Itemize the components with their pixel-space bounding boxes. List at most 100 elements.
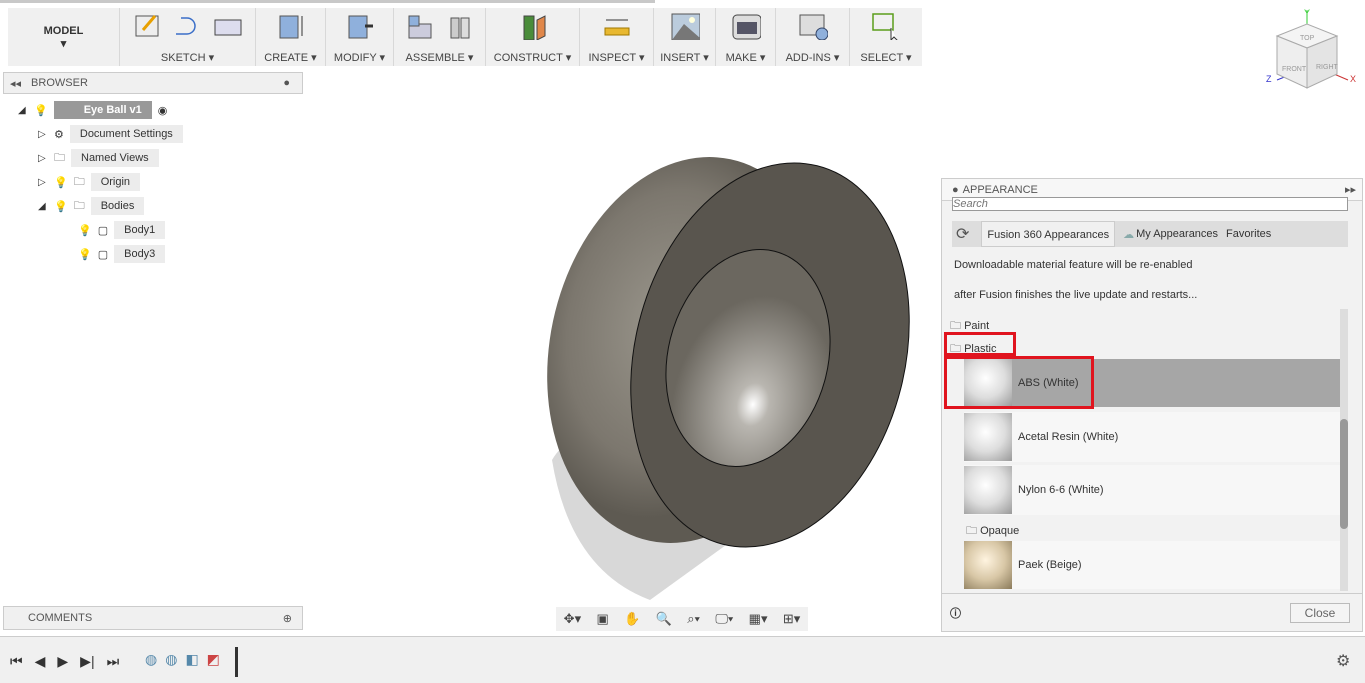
browser-item-origin[interactable]: ▷ 💡 🗀 Origin	[38, 172, 141, 192]
browser-item-named-views[interactable]: ▷ 🗀 Named Views	[38, 148, 159, 168]
minimize-icon[interactable]: ●	[283, 77, 290, 89]
collapse-icon[interactable]: ◂◂	[10, 77, 21, 90]
viewcube-right[interactable]: RIGHT	[1316, 64, 1338, 71]
joint-icon[interactable]	[445, 12, 475, 40]
viewcube-top[interactable]: TOP	[1300, 35, 1314, 42]
timeline-bar: ⏮ ◀ ▶ ▶| ⏭ ◍ ◍ ◧ ◩ ⚙	[0, 636, 1365, 683]
item-label: Body3	[114, 245, 166, 263]
browser-item-bodies[interactable]: ◢ 💡 🗀 Bodies	[38, 196, 145, 216]
collapsed-icon[interactable]: ▷	[38, 177, 48, 188]
inspect-label: INSPECT ▾	[588, 52, 645, 64]
modify-group[interactable]: MODIFY ▾	[326, 8, 394, 66]
new-component-icon[interactable]	[405, 12, 435, 40]
highlight-abs	[944, 356, 1094, 409]
tab-favorites[interactable]: Favorites	[1226, 228, 1271, 240]
fit-icon[interactable]: ⌕▾	[687, 611, 700, 627]
browser-item-body1[interactable]: 💡 ▢ Body1	[78, 220, 166, 240]
sketch-label: SKETCH ▾	[160, 52, 215, 64]
lightbulb-icon[interactable]: 💡	[34, 104, 48, 117]
viewcube-front[interactable]: FRONT	[1282, 66, 1306, 73]
view-cube[interactable]: TOP FRONT RIGHT Y X Z	[1262, 8, 1362, 98]
zoom-icon[interactable]: 🔍	[656, 611, 672, 627]
3d-print-icon[interactable]	[731, 12, 761, 40]
collapsed-icon[interactable]: ▷	[38, 153, 48, 164]
info-icon[interactable]: ⓘ	[950, 605, 961, 621]
pan-icon[interactable]: ✋	[624, 611, 640, 627]
create-group[interactable]: CREATE ▾	[256, 8, 326, 66]
gear-icon[interactable]: ⚙	[1336, 651, 1350, 671]
add-comment-icon[interactable]: ⊕	[283, 612, 292, 625]
appearance-panel: ●APPEARANCE ▸▸ ⟳ Fusion 360 Appearances ☁…	[941, 178, 1363, 632]
browser-item-body3[interactable]: 💡 ▢ Body3	[78, 244, 166, 264]
modify-label: MODIFY ▾	[333, 52, 386, 64]
grid-icon[interactable]: ▦▾	[749, 611, 768, 627]
last-frame-icon[interactable]: ⏭	[107, 653, 120, 670]
play-icon[interactable]: ▶	[57, 653, 68, 670]
tab-my-appearances[interactable]: My Appearances	[1136, 228, 1218, 240]
collapsed-icon[interactable]: ▷	[38, 129, 48, 140]
sphere-feature-icon[interactable]: ◍	[165, 651, 177, 668]
sketch-group[interactable]: SKETCH ▾	[120, 8, 256, 66]
refresh-icon[interactable]: ⟳	[952, 224, 973, 244]
eyeball-model[interactable]	[540, 150, 940, 610]
scrollbar[interactable]	[1340, 309, 1348, 591]
comments-panel[interactable]: COMMENTS ⊕	[3, 606, 303, 630]
lightbulb-icon[interactable]: 💡	[54, 200, 68, 213]
display-settings-icon[interactable]: 🖵▾	[715, 611, 733, 627]
folder-opaque[interactable]: 🗀 Opaque	[966, 522, 1019, 541]
expanded-icon[interactable]: ◢	[38, 201, 48, 212]
gear-icon: ⚙	[54, 128, 64, 141]
rectangle-icon[interactable]	[213, 12, 243, 40]
extrude-feature-icon[interactable]: ◧	[185, 651, 198, 668]
browser-header[interactable]: ◂◂ BROWSER ●	[3, 72, 303, 94]
activate-icon[interactable]: ◉	[158, 104, 168, 117]
assemble-group[interactable]: ASSEMBLE ▾	[394, 8, 486, 66]
first-frame-icon[interactable]: ⏮	[10, 653, 23, 670]
axis-x: X	[1350, 74, 1357, 84]
item-label: Document Settings	[69, 125, 183, 143]
add-ins-group[interactable]: ADD-INS ▾	[776, 8, 850, 66]
timeline-marker[interactable]	[235, 647, 238, 677]
material-paek-beige[interactable]: Paek (Beige)	[964, 541, 1340, 589]
expanded-icon[interactable]: ◢	[18, 105, 28, 116]
browser-root[interactable]: ◢ 💡 Eye Ball v1 ◉	[18, 100, 167, 120]
material-acetal-resin[interactable]: Acetal Resin (White)	[964, 412, 1340, 462]
viewports-icon[interactable]: ⊞▾	[783, 611, 800, 627]
close-button[interactable]: Close	[1290, 603, 1350, 623]
orbit-icon[interactable]: ✥▾	[564, 611, 581, 627]
measure-icon[interactable]	[602, 12, 632, 40]
workspace-switcher[interactable]: MODEL ▾	[8, 8, 120, 66]
expand-icon[interactable]: ▸▸	[1345, 183, 1356, 196]
extrude-icon[interactable]	[276, 12, 306, 40]
sphere-feature-icon[interactable]: ◍	[145, 651, 157, 668]
lightbulb-icon[interactable]: 💡	[54, 176, 68, 189]
construct-group[interactable]: CONSTRUCT ▾	[486, 8, 580, 66]
navigation-bar: ✥▾ ▣ ✋ 🔍 ⌕▾ 🖵▾ ▦▾ ⊞▾	[556, 607, 808, 631]
select-group[interactable]: SELECT ▾	[850, 8, 922, 66]
title-bar-edge	[0, 0, 655, 3]
previous-icon[interactable]: ◀	[35, 653, 46, 670]
next-icon[interactable]: ▶|	[80, 653, 94, 670]
line-icon[interactable]	[173, 12, 203, 40]
search-input[interactable]	[952, 197, 1348, 211]
lightbulb-icon[interactable]: 💡	[78, 248, 92, 261]
appearance-title: APPEARANCE	[962, 183, 1038, 196]
press-pull-icon[interactable]	[345, 12, 375, 40]
tab-fusion-appearances[interactable]: Fusion 360 Appearances	[981, 221, 1116, 247]
minimize-icon[interactable]: ●	[952, 184, 959, 196]
create-sketch-icon[interactable]	[133, 12, 163, 40]
item-label: Origin	[90, 173, 141, 191]
insert-image-icon[interactable]	[670, 12, 700, 40]
look-at-icon[interactable]: ▣	[596, 611, 608, 627]
lightbulb-icon[interactable]: 💡	[78, 224, 92, 237]
inspect-group[interactable]: INSPECT ▾	[580, 8, 654, 66]
scripts-icon[interactable]	[798, 12, 828, 40]
material-nylon[interactable]: Nylon 6-6 (White)	[964, 465, 1340, 515]
make-group[interactable]: MAKE ▾	[716, 8, 776, 66]
browser-item-document-settings[interactable]: ▷ ⚙ Document Settings	[38, 124, 183, 144]
offset-plane-icon[interactable]	[518, 12, 548, 40]
select-icon[interactable]	[871, 12, 901, 40]
insert-group[interactable]: INSERT ▾	[654, 8, 716, 66]
root-label[interactable]: Eye Ball v1	[53, 101, 152, 119]
split-feature-icon[interactable]: ◩	[207, 651, 220, 668]
